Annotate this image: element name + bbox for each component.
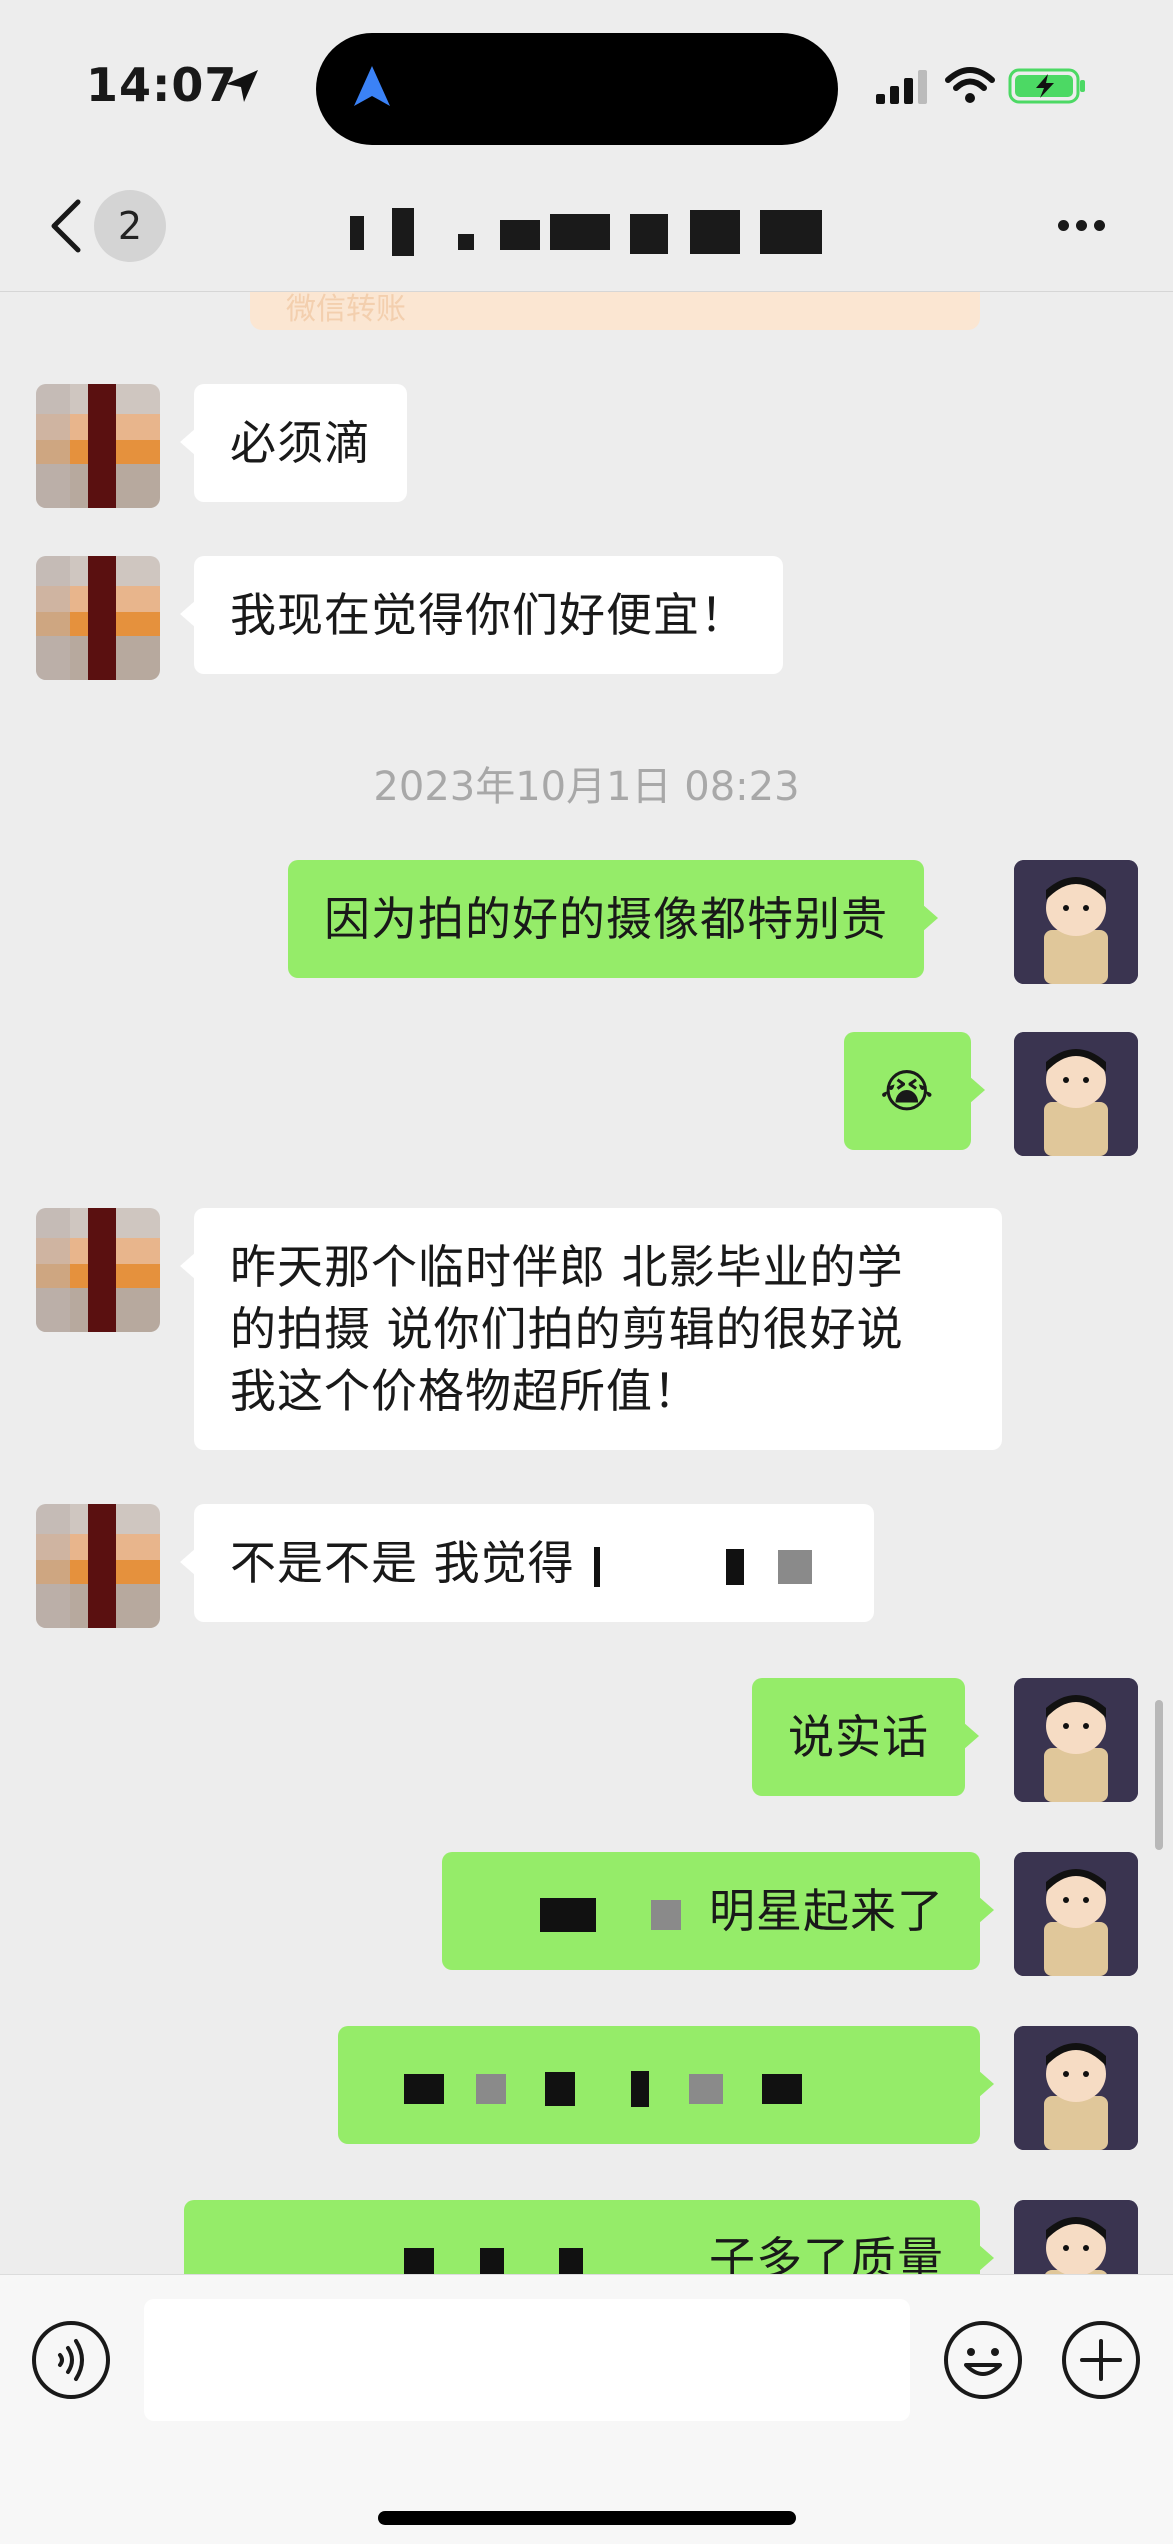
redaction-block [545, 2071, 576, 2106]
cartoon-avatar-icon [1014, 1032, 1138, 1156]
message-text: 因为拍的好的摄像都特别贵 [324, 892, 888, 946]
redaction-block [762, 2073, 803, 2104]
message-bubble-incoming[interactable]: 必须滴 [180, 384, 407, 502]
redaction-block [630, 2070, 649, 2107]
cartoon-avatar-icon [1014, 2026, 1138, 2150]
redaction-block [688, 2073, 723, 2104]
message-bubble-incoming[interactable]: 不是不是 我觉得 [180, 1504, 874, 1622]
scrollbar[interactable] [1155, 1700, 1163, 1850]
more-options-button[interactable] [1058, 210, 1118, 240]
input-bar [0, 2274, 1173, 2544]
plus-icon[interactable] [1060, 2319, 1142, 2401]
chat-header: 2 [0, 170, 1173, 292]
message-bubble-incoming[interactable]: 我现在觉得你们好便宜！ [180, 556, 783, 674]
my-avatar[interactable] [1014, 1852, 1138, 1976]
message-bubble-outgoing[interactable] [338, 2026, 994, 2144]
contact-avatar[interactable] [36, 1504, 160, 1628]
redaction-block [404, 2073, 444, 2104]
redaction-block [777, 1549, 812, 1584]
back-chevron-icon[interactable] [46, 196, 86, 256]
redaction-block [559, 2247, 584, 2278]
redaction-block [475, 2073, 506, 2104]
message-text: 我现在觉得你们好便宜！ [230, 588, 747, 642]
chat-timestamp: 2023年10月1日 08:23 [373, 764, 800, 810]
cartoon-avatar-icon [1014, 1852, 1138, 1976]
location-arrow-icon [226, 70, 258, 102]
message-bubble-incoming[interactable]: 昨天那个临时伴郎 北影毕业的学 的拍摄 说你们拍的剪辑的很好说 我这个价格物超所… [180, 1208, 1002, 1450]
message-text: 必须滴 [230, 416, 371, 470]
contact-avatar[interactable] [36, 384, 160, 508]
home-indicator [378, 2511, 796, 2525]
navigation-arrow-icon [354, 66, 390, 106]
message-bubble-outgoing[interactable]: 因为拍的好的摄像都特别贵 [288, 860, 938, 978]
voice-icon[interactable] [30, 2319, 112, 2401]
message-text: 说实话 [788, 1710, 929, 1764]
redaction-block [479, 2247, 504, 2278]
cartoon-avatar-icon [1014, 860, 1138, 984]
signal-icon [876, 70, 927, 104]
message-text: 明星起来了 [709, 1884, 944, 1938]
message-bubble-outgoing[interactable]: 说实话 [752, 1678, 979, 1796]
redaction-block [539, 1897, 596, 1932]
message-text-line: 我这个价格物超所值！ [230, 1364, 700, 1418]
contact-avatar[interactable] [36, 556, 160, 680]
message-emoji: 😭 [880, 1064, 935, 1118]
message-text-line: 的拍摄 说你们拍的剪辑的很好说 [230, 1302, 904, 1356]
message-text: 不是不是 我觉得 [230, 1536, 575, 1590]
status-bar: 14:07 [0, 0, 1173, 170]
unread-count-badge[interactable]: 2 [94, 190, 166, 262]
my-avatar[interactable] [1014, 1678, 1138, 1802]
status-time: 14:07 [86, 58, 238, 112]
contact-avatar[interactable] [36, 1208, 160, 1332]
my-avatar[interactable] [1014, 1032, 1138, 1156]
message-bubble-outgoing[interactable]: 明星起来了 [442, 1852, 994, 1970]
my-avatar[interactable] [1014, 860, 1138, 984]
chat-title-redacted[interactable] [340, 200, 860, 260]
cartoon-avatar-icon [1014, 1678, 1138, 1802]
message-text-line: 昨天那个临时伴郎 北影毕业的学 [230, 1240, 904, 1294]
message-input[interactable] [144, 2299, 910, 2421]
battery-charging-icon [1008, 68, 1085, 104]
redaction-block [404, 2247, 435, 2278]
emoji-icon[interactable] [942, 2319, 1024, 2401]
my-avatar[interactable] [1014, 2026, 1138, 2150]
redaction-block [651, 1899, 682, 1930]
redaction-block [725, 1548, 744, 1585]
dynamic-island [316, 33, 838, 145]
message-bubble-outgoing[interactable]: 😭 [844, 1032, 985, 1150]
wifi-icon [945, 67, 995, 103]
redaction-block [594, 1546, 601, 1587]
